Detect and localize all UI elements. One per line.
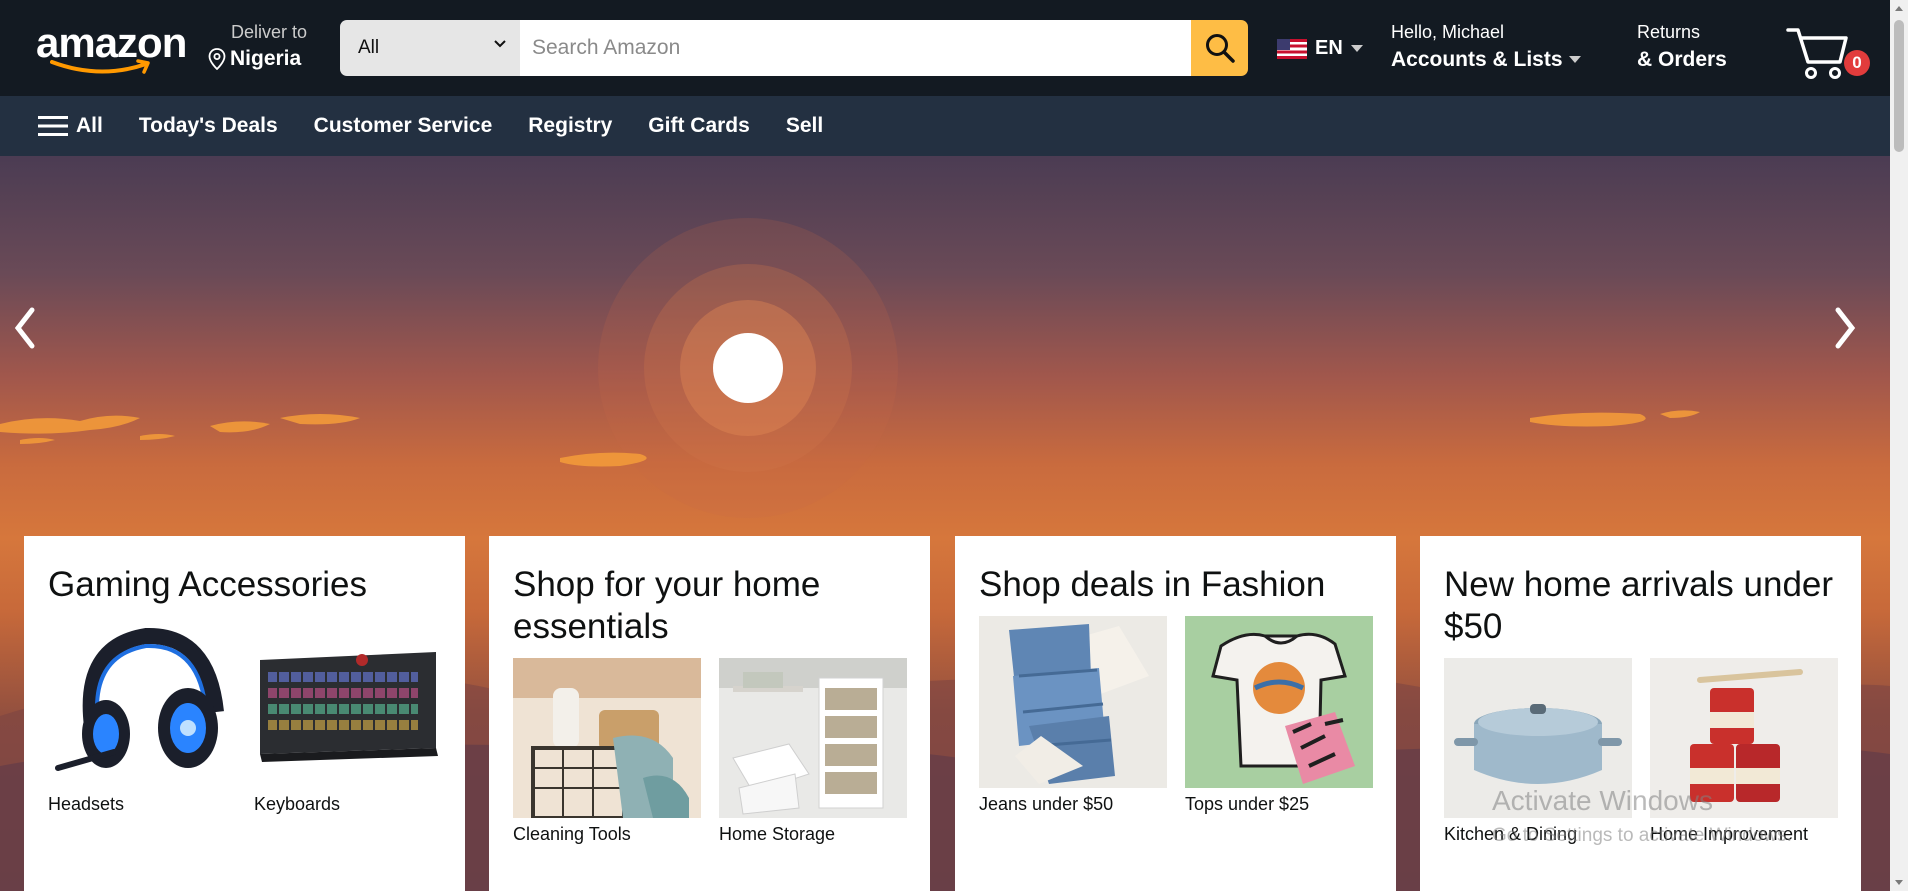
account-greeting: Hello, Michael [1391, 22, 1505, 42]
search-category-select[interactable]: All [340, 20, 520, 76]
tile-cleaning-tools[interactable]: Cleaning Tools [513, 658, 701, 845]
tile-caption: Home Storage [719, 824, 836, 844]
us-flag-icon [1277, 38, 1307, 59]
carousel-next-button[interactable] [1832, 306, 1872, 376]
jeans-image [979, 616, 1167, 788]
home-storage-image [719, 658, 907, 818]
kitchen-dining-image [1444, 658, 1632, 818]
orders-label: & Orders [1637, 48, 1727, 71]
card-new-home-arrivals: New home arrivals under $50 Kitchen & Di… [1420, 536, 1861, 891]
header-bar: amazon Deliver to Nigeria All Search Ama… [0, 0, 1908, 96]
tile-headsets[interactable]: Headsets [48, 616, 236, 815]
search-button[interactable] [1191, 20, 1248, 76]
nav-item-gift-cards[interactable]: Gift Cards [648, 114, 750, 138]
tile-jeans[interactable]: Jeans under $50 [979, 616, 1167, 815]
account-menu[interactable]: Hello, Michael Accounts & Lists [1391, 22, 1581, 72]
card-title: Shop for your home essentials [513, 565, 821, 646]
deliver-to[interactable]: Deliver to Nigeria [208, 22, 307, 71]
tile-tops[interactable]: Tops under $25 [1185, 616, 1373, 815]
accounts-lists-label: Accounts & Lists [1391, 48, 1563, 71]
tile-caption: Keyboards [254, 794, 341, 814]
headset-image [48, 616, 236, 788]
home-improvement-image [1650, 658, 1838, 818]
nav-item-sell[interactable]: Sell [786, 114, 823, 138]
keyboard-image [254, 616, 442, 788]
language-code: EN [1315, 37, 1343, 59]
page-scrollbar[interactable] [1890, 0, 1908, 891]
nav-item-customer-service[interactable]: Customer Service [314, 114, 493, 138]
scroll-up-icon[interactable] [1894, 4, 1904, 14]
cart-icon [1786, 28, 1848, 79]
card-home-essentials: Shop for your home essentials Cleaning T… [489, 536, 930, 891]
caret-down-icon [1568, 56, 1581, 63]
tile-caption: Headsets [48, 794, 125, 814]
tile-caption: Cleaning Tools [513, 824, 631, 844]
chevron-right-icon [1835, 307, 1856, 349]
cart-count-badge: 0 [1844, 50, 1870, 76]
cleaning-tools-image [513, 658, 701, 818]
language-selector[interactable]: EN [1277, 37, 1363, 60]
tile-caption: Tops under $25 [1185, 794, 1310, 814]
location-pin-icon [208, 48, 226, 70]
tile-caption: Home Improvement [1650, 824, 1809, 844]
tile-caption: Jeans under $50 [979, 794, 1114, 814]
nav-all-label: All [76, 114, 103, 137]
search-category-value: All [358, 37, 380, 58]
search-input[interactable] [520, 20, 1191, 76]
search-icon [1205, 34, 1235, 63]
chevron-left-icon [14, 307, 35, 349]
chevron-down-icon [494, 40, 506, 48]
tile-kitchen-dining[interactable]: Kitchen & Dining [1444, 658, 1632, 845]
nav-bar: All Today's Deals Customer Service Regis… [0, 96, 1908, 156]
scrollbar-thumb[interactable] [1894, 20, 1904, 152]
caret-down-icon [1350, 44, 1363, 52]
card-title: New home arrivals under $50 [1444, 565, 1834, 646]
smile-icon [50, 59, 150, 74]
tile-keyboards[interactable]: Keyboards [254, 616, 442, 815]
deliver-location: Nigeria [230, 47, 302, 70]
card-title: Gaming Accessories [48, 565, 368, 604]
amazon-logo[interactable]: amazon [36, 22, 187, 76]
search-bar: All [340, 20, 1248, 76]
nav-all-menu[interactable]: All [38, 114, 103, 138]
nav-item-registry[interactable]: Registry [528, 114, 612, 138]
tile-home-improvement[interactable]: Home Improvement [1650, 658, 1838, 845]
nav-item-todays-deals[interactable]: Today's Deals [139, 114, 278, 138]
hamburger-menu-icon [38, 116, 68, 136]
tile-home-storage[interactable]: Home Storage [719, 658, 907, 845]
returns-label: Returns [1637, 22, 1701, 42]
tops-image [1185, 616, 1373, 788]
deliver-label: Deliver to [231, 22, 308, 42]
card-title: Shop deals in Fashion [979, 565, 1326, 604]
returns-orders[interactable]: Returns & Orders [1637, 22, 1727, 72]
cart-button[interactable]: 0 [1786, 24, 1870, 80]
card-fashion-deals: Shop deals in Fashion Jeans under $50 To… [955, 536, 1396, 891]
carousel-prev-button[interactable] [12, 306, 52, 376]
card-gaming-accessories: Gaming Accessories Headsets Keyboards [24, 536, 465, 891]
tile-caption: Kitchen & Dining [1444, 824, 1578, 844]
scroll-down-icon[interactable] [1894, 877, 1904, 887]
